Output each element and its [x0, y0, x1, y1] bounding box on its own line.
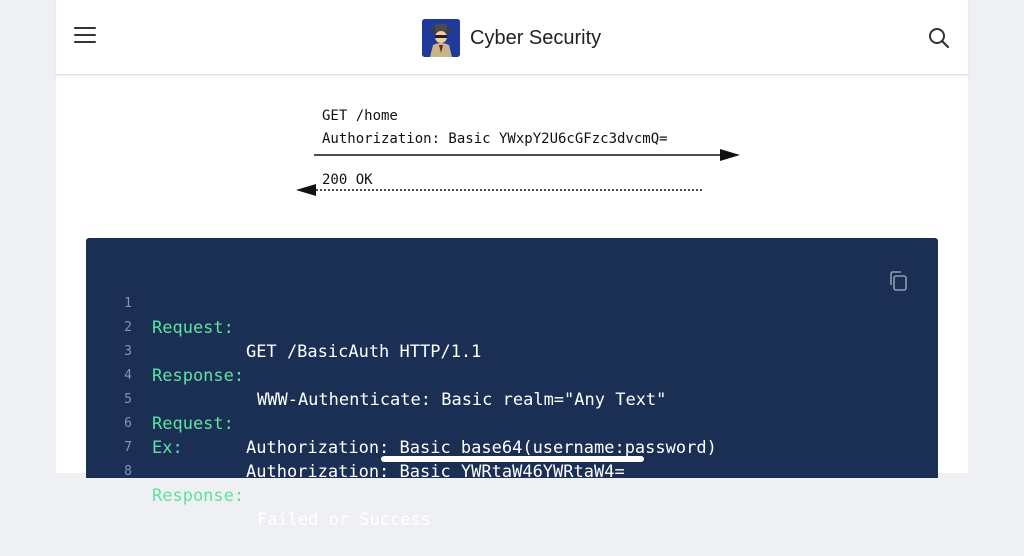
code-line: 7: [86, 412, 886, 455]
app-title: Cyber Security: [470, 26, 602, 49]
top-app-bar: Cyber Security: [56, 0, 968, 75]
home-indicator-bar[interactable]: [381, 456, 644, 462]
code-value: Failed or Success: [257, 510, 431, 530]
copy-icon[interactable]: [888, 270, 908, 292]
hamburger-menu-icon[interactable]: [74, 27, 96, 47]
request-arrowhead: [720, 149, 740, 161]
line-number: 8: [124, 464, 132, 479]
code-line: 6 Ex: Authorization: Basic YWRtaW46YWRta…: [86, 388, 886, 482]
code-block: 1 Request: GET /BasicAuth HTTP/1.1 2 3 R…: [86, 238, 938, 530]
code-value: Authorization: Basic YWRtaW46YWRtaW4=: [246, 462, 625, 482]
code-line: 3 Response: WWW-Authenticate: Basic real…: [86, 316, 886, 410]
response-arrowhead: [296, 184, 316, 196]
search-icon[interactable]: [928, 27, 950, 49]
code-line: 2: [86, 292, 886, 335]
code-line: 5 Request: Authorization: Basic base64(u…: [86, 364, 886, 458]
spy-detective-icon: [422, 19, 460, 57]
diagram-response-line: 200 OK: [322, 172, 373, 188]
code-keyword: Response:: [152, 486, 245, 506]
page: Cyber Security GET /home Authorization: …: [56, 0, 968, 530]
code-line: 1 Request: GET /BasicAuth HTTP/1.1: [86, 268, 886, 362]
brand[interactable]: Cyber Security: [422, 18, 601, 58]
code-line: 4: [86, 340, 886, 383]
basic-auth-diagram: GET /home Authorization: Basic YWxpY2U6c…: [292, 100, 752, 210]
diagram-arrows: [296, 149, 740, 196]
